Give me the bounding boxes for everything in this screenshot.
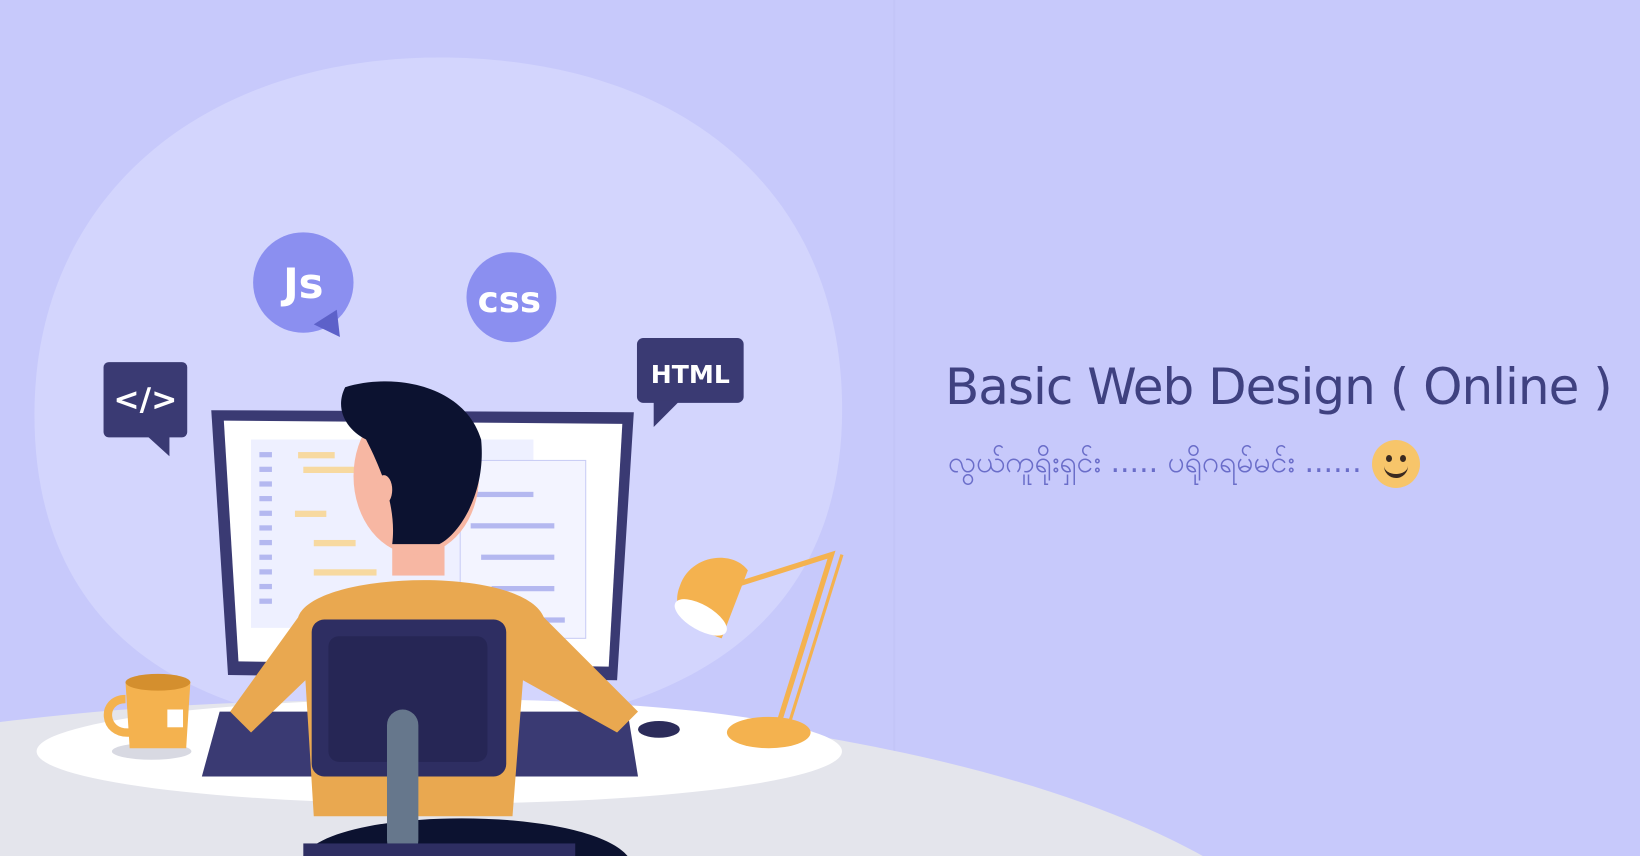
css-bubble: css	[466, 252, 557, 343]
css-bubble-label: css	[478, 280, 541, 321]
subtitle-text: လွယ်ကူရိုးရှင်း ..... ပရိုဂရမ်မင်း .....…	[948, 444, 1362, 480]
html-bubble-label: HTML	[651, 360, 730, 389]
smiley-icon	[1371, 440, 1420, 488]
mouse	[638, 721, 680, 738]
js-bubble-label: Js	[280, 259, 323, 308]
illustration-developer-at-desk: Js css HTML </>	[0, 0, 1640, 856]
course-title: Basic Web Design ( Online )	[945, 358, 1613, 416]
code-bubble-label: </>	[113, 382, 177, 418]
course-subtitle: လွယ်ကူရိုးရှင်း ..... ပရိုဂရမ်မင်း .....…	[948, 440, 1420, 488]
